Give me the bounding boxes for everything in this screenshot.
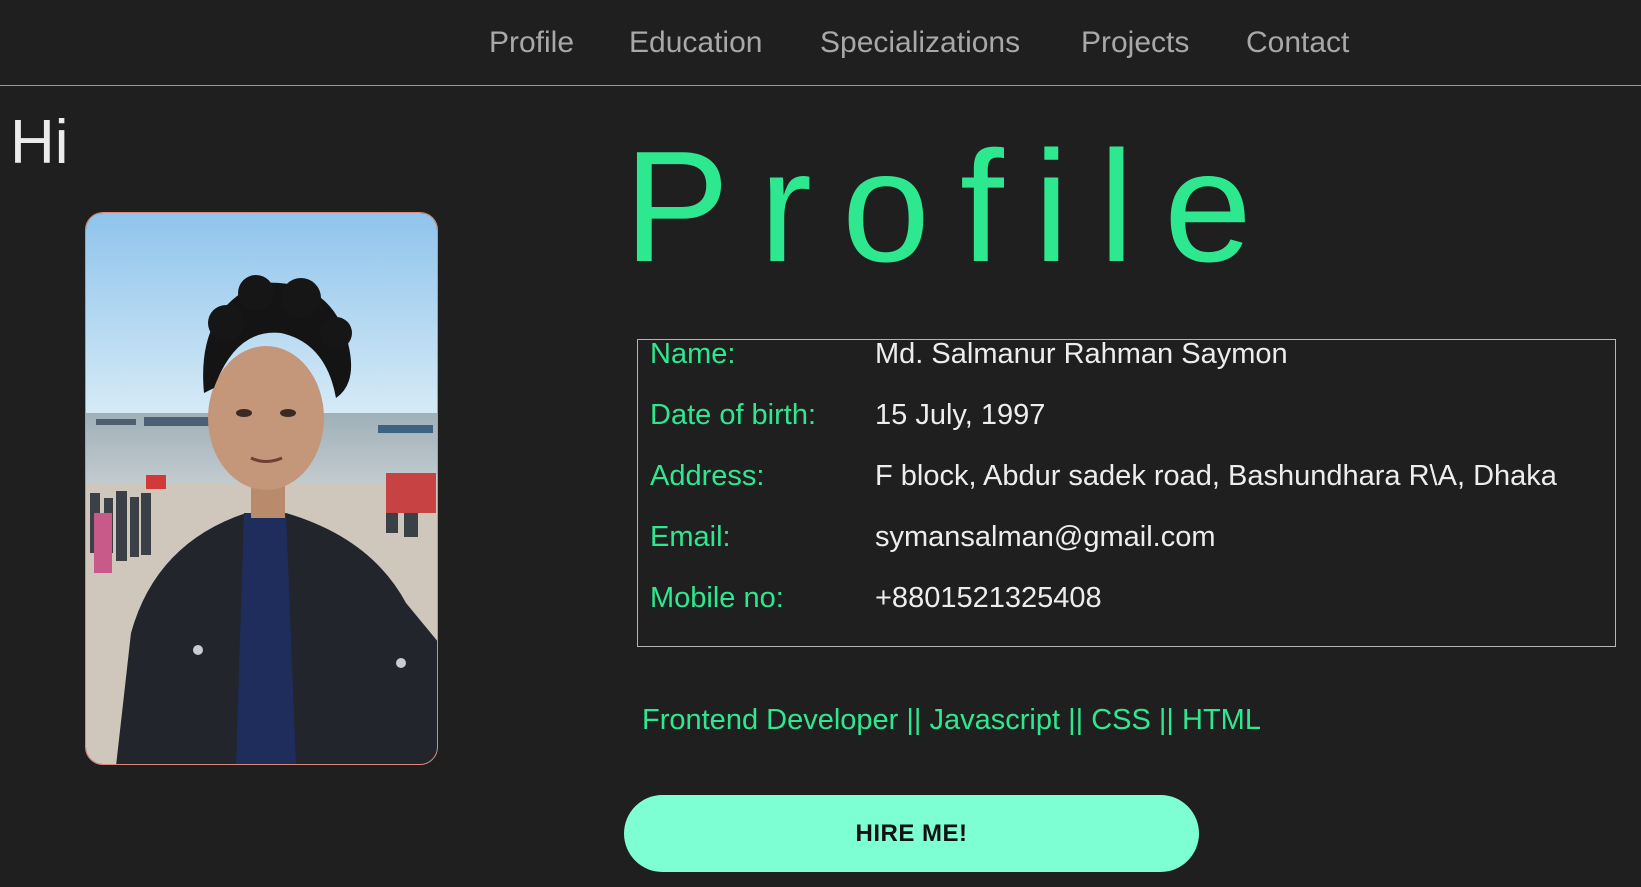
- nav-link-education[interactable]: Education: [629, 26, 762, 60]
- nav-link-contact[interactable]: Contact: [1246, 26, 1349, 60]
- top-navigation: Profile Education Specializations Projec…: [0, 0, 1641, 86]
- info-label: Mobile no:: [650, 582, 784, 614]
- nav-link-projects[interactable]: Projects: [1081, 26, 1189, 60]
- nav-link-profile[interactable]: Profile: [489, 26, 574, 60]
- info-value: +8801521325408: [875, 582, 1102, 614]
- info-value: symansalman@gmail.com: [875, 521, 1216, 553]
- greeting-heading: Hi: [10, 108, 69, 177]
- info-label: Email:: [650, 521, 731, 553]
- info-value: F block, Abdur sadek road, Bashundhara R…: [875, 460, 1557, 492]
- info-value: 15 July, 1997: [875, 399, 1046, 431]
- profile-heading: Profile: [624, 119, 1282, 295]
- profile-info-table: Name: Md. Salmanur Rahman Saymon Date of…: [637, 338, 1616, 647]
- info-label: Address:: [650, 460, 765, 492]
- info-label: Date of birth:: [650, 399, 817, 431]
- info-label: Name:: [650, 338, 736, 370]
- hire-me-button[interactable]: HIRE ME!: [624, 795, 1199, 872]
- nav-link-specializations[interactable]: Specializations: [820, 26, 1020, 60]
- skills-tagline: Frontend Developer || Javascript || CSS …: [642, 704, 1261, 736]
- info-value: Md. Salmanur Rahman Saymon: [875, 338, 1288, 370]
- profile-photo: [85, 212, 438, 765]
